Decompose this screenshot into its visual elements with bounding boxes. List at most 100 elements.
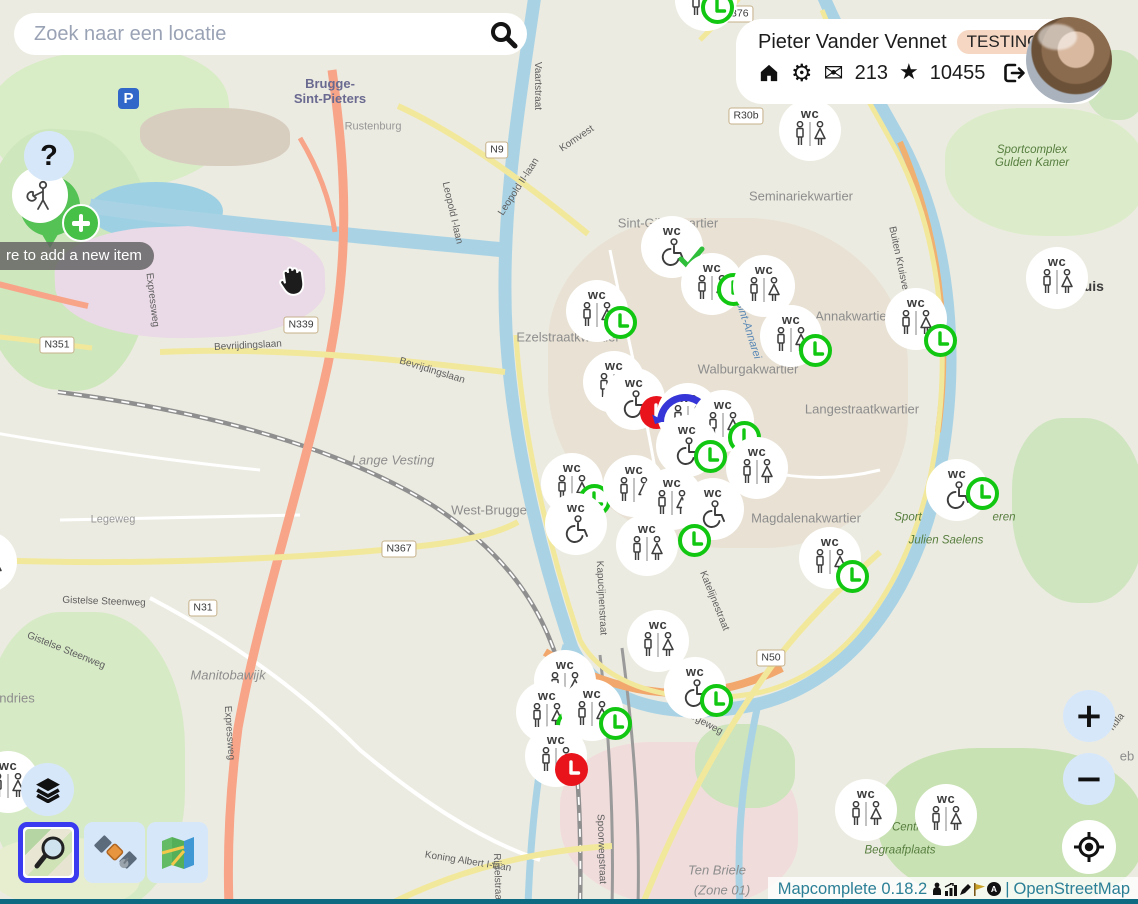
marker-wc-label: wc [857, 787, 875, 800]
marker-wc-label: wc [556, 658, 574, 671]
male-female-icon [628, 536, 666, 562]
marker-wc-label: wc [714, 398, 732, 411]
marker-wc-label: wc [588, 288, 606, 301]
opening-hours-indicator-red [555, 753, 588, 786]
road-ref-badge: N351 [39, 337, 74, 354]
male-female-icon [738, 459, 776, 485]
svg-text:A: A [991, 884, 997, 894]
male-female-icon [639, 632, 677, 658]
world-map-icon [158, 833, 198, 873]
marker-wc-label: wc [625, 463, 643, 476]
zoom-in-button[interactable]: + [1063, 690, 1115, 742]
attribution-bar: Mapcomplete 0.18.2 A | OpenStreetMap [768, 877, 1138, 901]
marker-wc-label: wc [748, 445, 766, 458]
layers-button[interactable] [21, 763, 74, 816]
marker-wc-label: wc [821, 535, 839, 548]
opening-hours-indicator-green [599, 707, 632, 740]
search-input[interactable] [14, 23, 479, 46]
search-button[interactable] [479, 13, 527, 55]
road-ref-badge: N31 [188, 600, 217, 617]
toilet-marker-wheelchair[interactable]: wc [545, 493, 607, 555]
toilet-marker-malefemale[interactable]: wc [835, 779, 897, 841]
pencil-icon [959, 883, 972, 896]
user-name[interactable]: Pieter Vander Vennet [758, 31, 947, 54]
crosshair-icon [1073, 831, 1105, 863]
marker-wc-label: wc [948, 467, 966, 480]
mapcomplete-app: Brugge- Sint-PietersRustenburgSint-Gilli… [0, 0, 1138, 904]
road-ref-badge: N367 [381, 541, 416, 558]
road-ref-badge: R30b [728, 108, 763, 125]
flag-icon [973, 883, 986, 896]
add-item-plus-button[interactable] [62, 204, 100, 242]
male-female-icon [745, 277, 783, 303]
messages-count: 213 [855, 62, 888, 85]
opening-hours-indicator-green [604, 306, 637, 339]
wheelchair-icon [561, 515, 591, 545]
road-ref-badge: N9 [485, 142, 508, 159]
marker-wc-label: wc [937, 792, 955, 805]
satellite-icon [89, 827, 140, 878]
opening-hours-indicator-green [799, 334, 832, 367]
marker-wc-label: wc [755, 263, 773, 276]
settings-gear-icon[interactable]: ⚙ [791, 61, 813, 85]
zoom-out-button[interactable]: − [1063, 753, 1115, 805]
osm-map-thumbnail [25, 829, 72, 876]
map-canvas[interactable]: Brugge- Sint-PietersRustenburgSint-Gilli… [0, 0, 1138, 904]
road-ref-badge: N339 [283, 317, 318, 334]
plus-icon: + [1075, 699, 1104, 733]
marker-wc-label: wc [638, 522, 656, 535]
toilet-marker-malefemale[interactable]: wc [915, 784, 977, 846]
add-item-tooltip: re to add a new item [0, 242, 154, 270]
opening-hours-indicator-green [678, 524, 711, 557]
attribution-separator: | [1005, 880, 1009, 899]
marker-wc-label: wc [782, 313, 800, 326]
person-icon [931, 882, 943, 896]
openstreetmap-link[interactable]: OpenStreetMap [1014, 880, 1130, 899]
marker-wc-label: wc [704, 486, 722, 499]
attribution-icons: A [931, 882, 1001, 896]
logout-icon[interactable] [1002, 62, 1026, 84]
opening-hours-indicator-green [966, 477, 999, 510]
opening-hours-indicator-green [701, 0, 734, 24]
marker-wc-label: wc [663, 224, 681, 237]
toilet-marker-malefemale[interactable]: wc [779, 99, 841, 161]
messages-envelope-icon[interactable]: ✉ [824, 61, 844, 85]
marker-wc-label: wc [583, 687, 601, 700]
male-female-icon [927, 806, 965, 832]
home-icon[interactable] [758, 63, 780, 83]
help-button[interactable]: ? [24, 131, 74, 181]
opening-hours-indicator-green [836, 560, 869, 593]
opening-hours-indicator-green [694, 440, 727, 473]
background-map-button[interactable] [147, 822, 208, 883]
star-icon[interactable]: ★ [899, 62, 919, 84]
opening-hours-indicator-green [924, 324, 957, 357]
statistics-icon [944, 883, 958, 896]
road-ref-badge: N50 [756, 650, 785, 667]
mapcomplete-version-link[interactable]: Mapcomplete 0.18.2 [778, 880, 928, 899]
marker-wc-label: wc [0, 759, 17, 772]
male-female-icon [1038, 269, 1076, 295]
changesets-count: 10455 [930, 62, 986, 85]
male-female-icon [847, 801, 885, 827]
geolocate-button[interactable] [1062, 820, 1116, 874]
marker-wc-label: wc [563, 461, 581, 474]
toilet-marker-malefemale[interactable]: wc [1026, 247, 1088, 309]
marker-wc-label: wc [547, 733, 565, 746]
marker-wc-label: wc [649, 618, 667, 631]
marker-wc-label: wc [678, 423, 696, 436]
search-bar [14, 13, 527, 55]
marker-wc-label: wc [663, 476, 681, 489]
avatar[interactable] [1026, 17, 1112, 103]
hand-cursor-icon [275, 260, 315, 306]
parking-icon: P [118, 88, 139, 109]
tools-icon [23, 178, 57, 212]
toilet-marker-malefemale[interactable]: wc [616, 514, 678, 576]
marker-wc-label: wc [625, 376, 643, 389]
background-satellite-button[interactable] [84, 822, 145, 883]
marker-wc-label: wc [1048, 255, 1066, 268]
marker-wc-label: wc [686, 665, 704, 678]
male-female-icon [0, 553, 5, 579]
opening-hours-indicator-green [700, 684, 733, 717]
minus-icon: − [1075, 762, 1104, 796]
background-osm-button[interactable] [18, 822, 79, 883]
